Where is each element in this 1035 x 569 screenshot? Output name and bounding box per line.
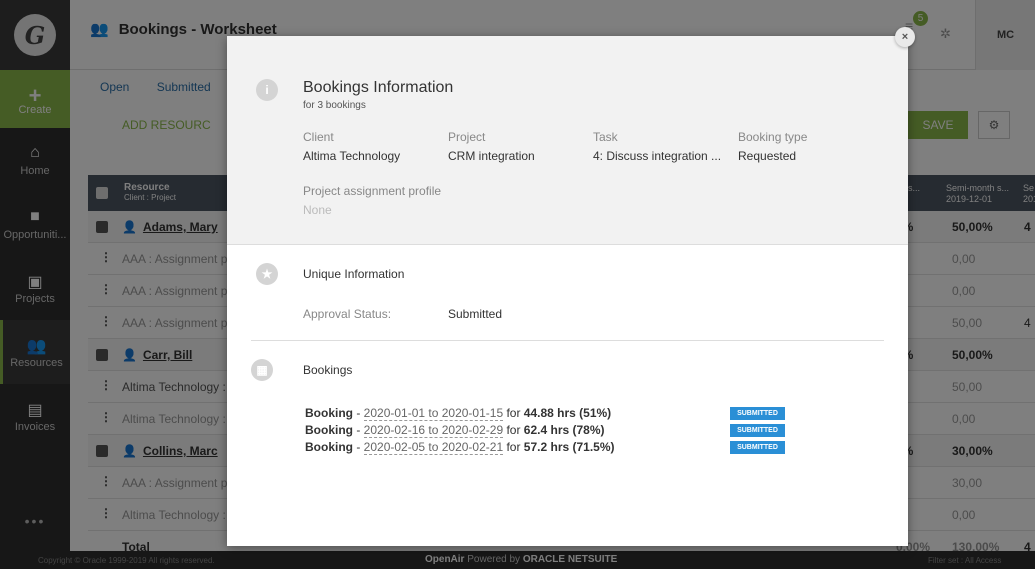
info-icon: i bbox=[256, 79, 278, 101]
booking-separator: - bbox=[353, 406, 364, 420]
modal-subtitle: for 3 bookings bbox=[303, 100, 366, 111]
booking-for: for bbox=[503, 423, 524, 437]
project-label: Project bbox=[448, 130, 486, 144]
booking-type-label: Booking type bbox=[738, 130, 808, 144]
booking-label: Booking bbox=[305, 406, 353, 420]
status-badge: SUBMITTED bbox=[730, 407, 785, 420]
booking-dates-link[interactable]: 2020-02-05 to 2020-02-21 bbox=[363, 440, 504, 455]
calendar-icon: ▦ bbox=[251, 359, 273, 381]
divider bbox=[251, 340, 884, 341]
booking-separator: - bbox=[353, 423, 364, 437]
star-icon: ★ bbox=[256, 263, 278, 285]
modal-info-section: i Bookings Information for 3 bookings Cl… bbox=[227, 36, 908, 245]
client-label: Client bbox=[303, 130, 334, 144]
booking-for: for bbox=[503, 406, 524, 420]
profile-value: None bbox=[303, 203, 332, 217]
booking-for: for bbox=[503, 440, 524, 454]
profile-label: Project assignment profile bbox=[303, 184, 442, 198]
booking-separator: - bbox=[353, 440, 364, 454]
client-value: Altima Technology bbox=[303, 149, 401, 163]
bookings-info-modal: i Bookings Information for 3 bookings Cl… bbox=[227, 27, 915, 546]
approval-status-label: Approval Status: bbox=[303, 307, 392, 321]
bookings-title: Bookings bbox=[303, 363, 353, 377]
booking-label: Booking bbox=[305, 423, 353, 437]
booking-hours: 57.2 hrs (71.5%) bbox=[523, 440, 615, 454]
booking-item: Booking - 2020-02-16 to 2020-02-29 for 6… bbox=[305, 423, 605, 438]
booking-dates-link[interactable]: 2020-02-16 to 2020-02-29 bbox=[363, 423, 504, 438]
status-badge: SUBMITTED bbox=[730, 424, 785, 437]
task-value: 4: Discuss integration ... bbox=[593, 149, 722, 163]
booking-item: Booking - 2020-02-05 to 2020-02-21 for 5… bbox=[305, 440, 615, 455]
booking-dates-link[interactable]: 2020-01-01 to 2020-01-15 bbox=[363, 406, 504, 421]
booking-item: Booking - 2020-01-01 to 2020-01-15 for 4… bbox=[305, 406, 612, 421]
booking-type-value: Requested bbox=[738, 149, 797, 163]
task-label: Task bbox=[593, 130, 618, 144]
booking-hours: 44.88 hrs (51%) bbox=[523, 406, 612, 420]
unique-info-title: Unique Information bbox=[303, 267, 405, 281]
status-badge: SUBMITTED bbox=[730, 441, 785, 454]
modal-title: Bookings Information bbox=[303, 79, 454, 96]
booking-label: Booking bbox=[305, 440, 353, 454]
approval-status-value: Submitted bbox=[448, 307, 503, 321]
booking-hours: 62.4 hrs (78%) bbox=[523, 423, 605, 437]
close-icon[interactable]: × bbox=[895, 27, 915, 47]
project-value: CRM integration bbox=[448, 149, 535, 163]
